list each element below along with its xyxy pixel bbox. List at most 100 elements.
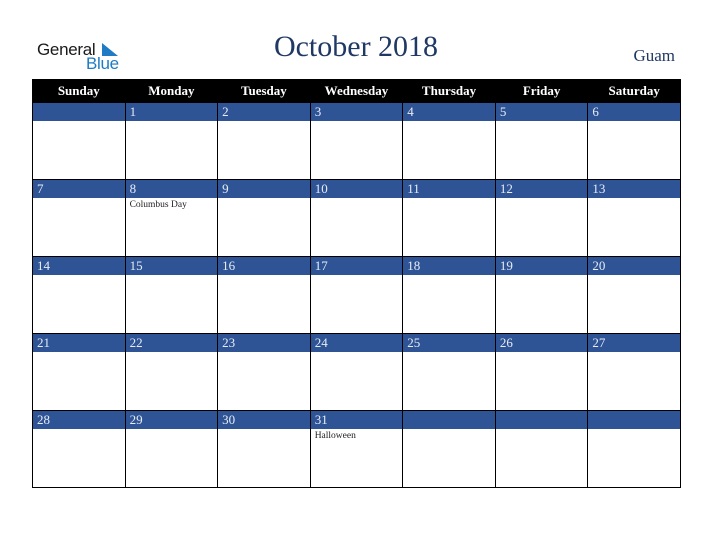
- day-event: [126, 275, 218, 277]
- day-number: 7: [33, 180, 125, 198]
- day-cell[interactable]: 18: [402, 256, 496, 334]
- day-number: 20: [588, 257, 680, 275]
- day-cell[interactable]: [494, 410, 589, 488]
- day-number: 24: [310, 334, 403, 352]
- day-cell[interactable]: 25: [402, 333, 496, 411]
- day-event: [588, 198, 680, 200]
- day-cell[interactable]: 5: [494, 102, 589, 180]
- day-cell[interactable]: 17: [309, 256, 404, 334]
- day-cell[interactable]: 15: [124, 256, 219, 334]
- day-cell[interactable]: 1: [124, 102, 219, 180]
- day-cell[interactable]: 3: [309, 102, 404, 180]
- day-number: 28: [33, 411, 125, 429]
- day-cell[interactable]: 30: [217, 410, 311, 488]
- day-cell[interactable]: 28: [32, 410, 126, 488]
- day-cell[interactable]: 23: [217, 333, 311, 411]
- day-number: 8: [125, 180, 218, 198]
- day-number: 30: [218, 411, 310, 429]
- day-number: 3: [310, 103, 403, 121]
- day-cell[interactable]: 6: [587, 102, 681, 180]
- day-event: [496, 121, 588, 123]
- day-event: [588, 275, 680, 277]
- day-event: [311, 352, 403, 354]
- day-number: 9: [218, 180, 310, 198]
- weekday-header-tuesday: Tuesday: [217, 79, 311, 103]
- day-number: 19: [495, 257, 588, 275]
- day-event: [403, 275, 495, 277]
- day-cell[interactable]: 14: [32, 256, 126, 334]
- week-row: 28 29 30 31 Halloween: [32, 410, 681, 488]
- day-number: 22: [125, 334, 218, 352]
- day-event: [496, 429, 588, 431]
- day-event: [496, 275, 588, 277]
- day-cell[interactable]: 21: [32, 333, 126, 411]
- day-cell[interactable]: 4: [402, 102, 496, 180]
- week-row: 7 8 Columbus Day 9 10 11 12 13: [32, 179, 681, 257]
- day-number: 27: [588, 334, 680, 352]
- day-number: 29: [125, 411, 218, 429]
- day-event: [311, 198, 403, 200]
- day-cell[interactable]: 2: [217, 102, 311, 180]
- day-cell[interactable]: 11: [402, 179, 496, 257]
- day-number: 18: [403, 257, 495, 275]
- day-number: 25: [403, 334, 495, 352]
- day-event: [218, 121, 310, 123]
- day-number: 12: [495, 180, 588, 198]
- day-cell[interactable]: 13: [587, 179, 681, 257]
- day-cell[interactable]: 31 Halloween: [309, 410, 404, 488]
- day-event: [496, 352, 588, 354]
- day-cell[interactable]: 29: [124, 410, 219, 488]
- day-cell[interactable]: 7: [32, 179, 126, 257]
- day-number: [588, 411, 680, 429]
- day-event: [496, 198, 588, 200]
- day-cell[interactable]: 26: [494, 333, 589, 411]
- day-number: 17: [310, 257, 403, 275]
- weekday-header-thursday: Thursday: [402, 79, 496, 103]
- weekday-header-monday: Monday: [124, 79, 219, 103]
- week-row: 123456: [32, 102, 681, 180]
- day-event: [218, 352, 310, 354]
- day-cell[interactable]: 16: [217, 256, 311, 334]
- day-number: 16: [218, 257, 310, 275]
- day-cell[interactable]: 20: [587, 256, 681, 334]
- day-event: [403, 429, 495, 431]
- day-event: [311, 275, 403, 277]
- weekday-header-saturday: Saturday: [587, 79, 681, 103]
- day-cell[interactable]: 9: [217, 179, 311, 257]
- day-cell[interactable]: [402, 410, 496, 488]
- day-event: Columbus Day: [129, 200, 187, 210]
- calendar-grid: Sunday Monday Tuesday Wednesday Thursday Frid…: [32, 79, 681, 488]
- day-event: [403, 198, 495, 200]
- day-number: 13: [588, 180, 680, 198]
- weekday-header-friday: Friday: [494, 79, 589, 103]
- country-label: Guam: [633, 46, 675, 65]
- day-number: 15: [125, 257, 218, 275]
- day-number: 23: [218, 334, 310, 352]
- day-number: 26: [495, 334, 588, 352]
- day-cell[interactable]: 12: [494, 179, 589, 257]
- day-event: Halloween: [314, 431, 356, 441]
- day-event: [218, 429, 310, 431]
- day-event: [33, 352, 125, 354]
- day-event: [218, 198, 310, 200]
- day-cell[interactable]: 10: [309, 179, 404, 257]
- day-cell[interactable]: 19: [494, 256, 589, 334]
- day-cell[interactable]: 24: [309, 333, 404, 411]
- weekday-header-row: Sunday Monday Tuesday Wednesday Thursday Frid…: [32, 79, 681, 103]
- day-number: 14: [33, 257, 125, 275]
- day-number: 5: [495, 103, 588, 121]
- day-number: [495, 411, 588, 429]
- day-cell[interactable]: 22: [124, 333, 219, 411]
- day-event: [311, 121, 403, 123]
- day-cell[interactable]: [587, 410, 681, 488]
- day-event: [33, 275, 125, 277]
- day-cell[interactable]: 8 Columbus Day: [124, 179, 219, 257]
- day-event: [218, 275, 310, 277]
- day-cell[interactable]: 27: [587, 333, 681, 411]
- day-event: [33, 121, 125, 123]
- day-event: [33, 429, 125, 431]
- day-number: 31: [310, 411, 403, 429]
- day-number: 6: [588, 103, 680, 121]
- day-cell[interactable]: [32, 102, 126, 180]
- week-row: 14 15 16 17 18 19 20: [32, 256, 681, 334]
